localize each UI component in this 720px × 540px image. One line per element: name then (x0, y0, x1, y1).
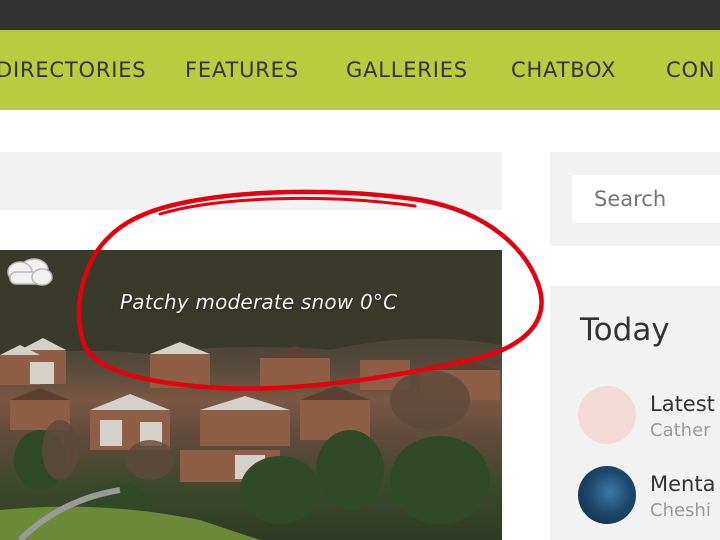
post-thumbnail[interactable] (578, 466, 636, 524)
post-title[interactable]: Latest (650, 392, 715, 416)
today-widget: Today Latest Cather Menta Cheshi (550, 286, 720, 540)
weather-text: Patchy moderate snow 0°C (120, 290, 398, 314)
main-nav: DIRECTORIES FEATURES GALLERIES CHATBOX C… (0, 30, 720, 110)
nav-item-directories[interactable]: DIRECTORIES (0, 58, 146, 82)
cloud-icon (7, 258, 53, 286)
top-bar (0, 0, 720, 30)
nav-item-features[interactable]: FEATURES (185, 58, 299, 82)
today-heading: Today (580, 312, 670, 348)
nav-item-galleries[interactable]: GALLERIES (346, 58, 468, 82)
post-author: Cather (650, 420, 711, 441)
search-input[interactable] (572, 175, 720, 223)
post-author: Cheshi (650, 500, 711, 521)
hero-image[interactable]: Patchy moderate snow 0°C (0, 250, 502, 540)
nav-item-chatbox[interactable]: CHATBOX (511, 58, 616, 82)
nav-item-contact[interactable]: CON (666, 58, 715, 82)
content-header-band (0, 152, 502, 210)
post-title[interactable]: Menta (650, 472, 715, 496)
post-thumbnail[interactable] (578, 386, 636, 444)
